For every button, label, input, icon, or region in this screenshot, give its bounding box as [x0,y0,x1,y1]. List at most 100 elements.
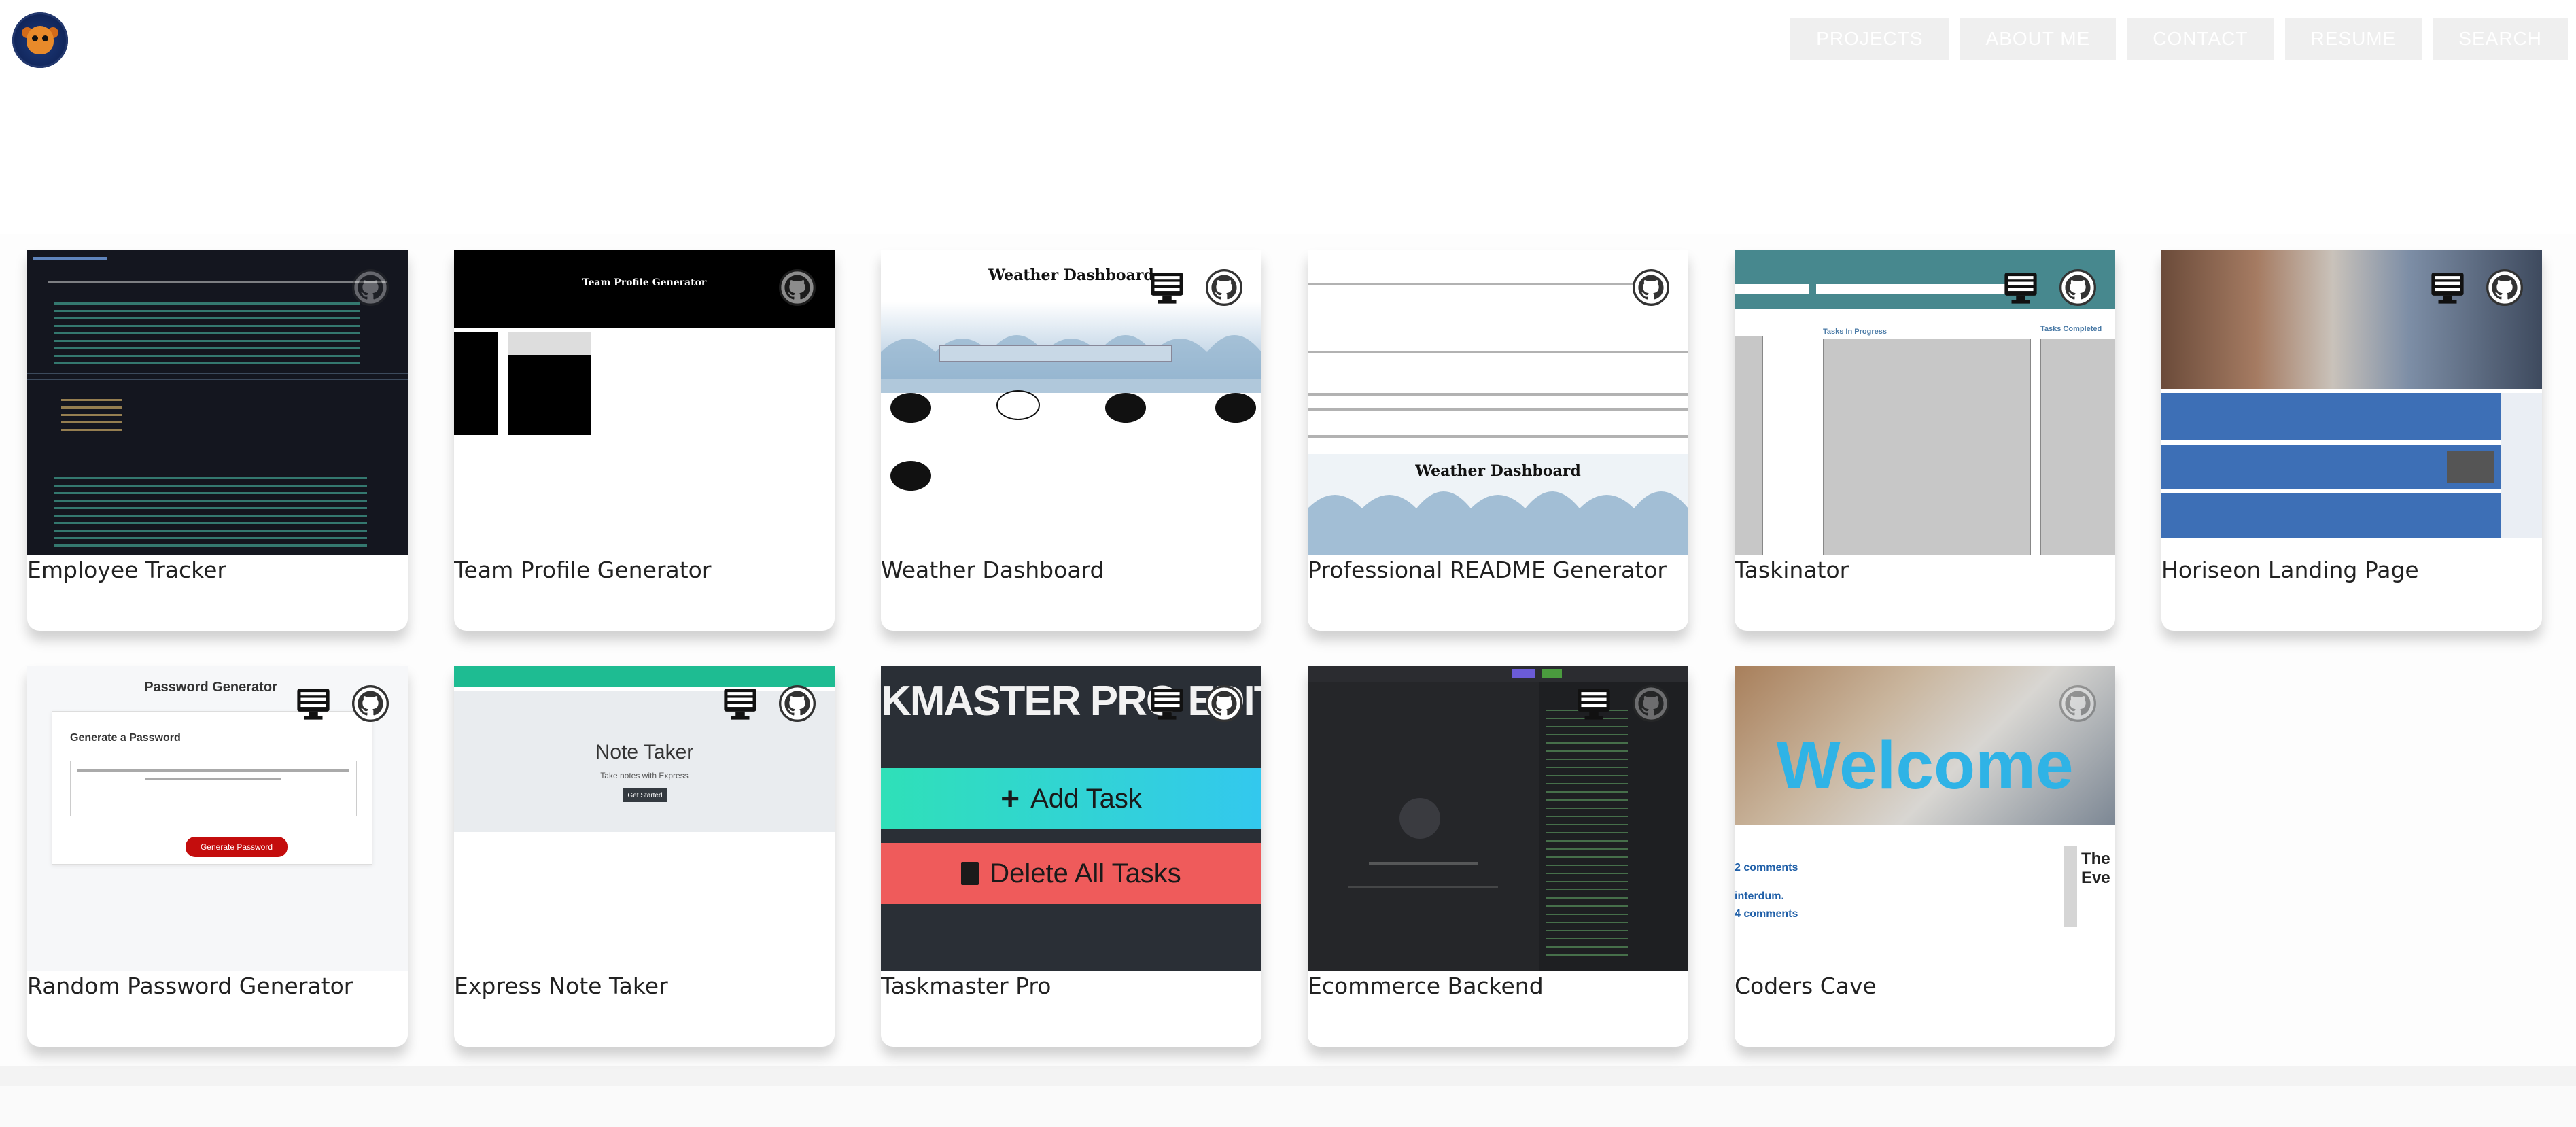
project-card-taskmaster-pro[interactable]: KMASTER PRO EDIT + Add Task Delete All T… [881,666,1261,1047]
card-icons [1149,685,1242,722]
project-title[interactable]: Express Note Taker [454,971,835,1002]
thumb-input [1816,284,2006,294]
project-card-note-taker[interactable]: Note Taker Take notes with Express Get S… [454,666,835,1047]
monitor-icon[interactable] [295,685,332,722]
project-card-password-generator[interactable]: Password Generator Generate a Password G… [27,666,408,1047]
project-title[interactable]: Horiseon Landing Page [2161,555,2542,586]
thumb-toolbar [1308,666,1688,682]
project-title[interactable]: Coders Cave [1735,971,2115,1002]
thumb-output-box [70,761,357,816]
storm-cloud-icon [1105,393,1146,423]
project-card-employee-tracker[interactable]: Employee Tracker [27,250,408,631]
github-icon[interactable] [1206,269,1242,306]
terminal-table [27,271,408,374]
trash-icon [961,862,979,885]
project-title[interactable]: Team Profile Generator [454,555,835,586]
github-icon[interactable] [2486,269,2523,306]
project-title[interactable]: Employee Tracker [27,555,408,586]
nav-about-button[interactable]: ABOUT ME [1960,18,2117,60]
thumbnail-horiseon[interactable] [2161,250,2542,555]
thumbnail-weather-dashboard[interactable]: Weather Dashboard [881,250,1261,555]
thumbnail-taskinator[interactable]: Tasks In Progress Tasks Completed [1735,250,2115,555]
monkey-logo-icon [27,26,54,54]
thumb-input [1735,284,1809,294]
card-icons [352,269,389,306]
nav-contact-button[interactable]: CONTACT [2127,18,2274,60]
thumb-start-button: Get Started [623,788,667,802]
thumb-title: Note Taker [595,741,694,763]
project-card-readme-generator[interactable]: Weather Dashboard Professional README Ge… [1308,250,1688,631]
card-icons [722,685,816,722]
github-icon[interactable] [2059,269,2096,306]
github-icon[interactable] [1206,685,1242,722]
thumbnail-coders-cave[interactable]: Welcome 2 comments interdum. 4 comments … [1735,666,2115,971]
card-icons [779,269,816,306]
logo-avatar[interactable] [12,12,68,68]
thumb-sidebar [2501,393,2542,538]
thumbnail-password-generator[interactable]: Password Generator Generate a Password G… [27,666,408,971]
monitor-icon[interactable] [1149,685,1185,722]
bug-icon [1399,798,1440,839]
project-title[interactable]: Taskinator [1735,555,2115,586]
monitor-icon[interactable] [2429,269,2466,306]
project-card-coders-cave[interactable]: Welcome 2 comments interdum. 4 comments … [1735,666,2115,1047]
nav-resume-button[interactable]: RESUME [2284,18,2422,60]
thumb-text-line [1308,435,1688,438]
thumb-text-line [1308,283,1648,285]
thumb-profile-card [454,332,498,435]
project-card-team-profile-generator[interactable]: Team Profile Generator Team Profile Gene… [454,250,835,631]
thumbnail-ecommerce-backend[interactable] [1308,666,1688,971]
thumb-forecast-strip [939,345,1172,362]
thumb-post-link: interdum. [1735,890,1784,902]
monitor-icon[interactable] [1576,685,1612,722]
project-card-weather-dashboard[interactable]: Weather Dashboard Weather Dashboard [881,250,1261,631]
project-card-horiseon[interactable]: Horiseon Landing Page [2161,250,2542,631]
thumbnail-readme-generator[interactable]: Weather Dashboard [1308,250,1688,555]
thumbnail-team-profile-generator[interactable]: Team Profile Generator [454,250,835,555]
card-icons [295,685,389,722]
github-icon[interactable] [352,685,389,722]
thumb-column [1735,336,1763,555]
thumb-column-label: Tasks Completed [2040,325,2102,333]
project-title[interactable]: Ecommerce Backend [1308,971,1688,1002]
monitor-icon[interactable] [722,685,759,722]
thumb-request-pane [1308,682,1539,971]
project-card-taskinator[interactable]: Tasks In Progress Tasks Completed Taskin… [1735,250,2115,631]
thumbnail-taskmaster-pro[interactable]: KMASTER PRO EDIT + Add Task Delete All T… [881,666,1261,971]
card-icons [1149,269,1242,306]
thumbnail-note-taker[interactable]: Note Taker Take notes with Express Get S… [454,666,835,971]
thumb-photo [2447,451,2494,483]
plus-icon: + [1000,780,1020,817]
thumb-side-title: The Eve [2081,850,2110,887]
terminal-line [33,257,107,260]
thumb-generator-card: Generate a Password Generate Password [52,711,372,865]
project-title[interactable]: Random Password Generator [27,971,408,1002]
nav-search-button[interactable]: SEARCH [2433,18,2568,60]
project-title[interactable]: Professional README Generator [1308,555,1688,586]
thumb-subtitle: Take notes with Express [600,771,689,780]
thumb-content-block [2161,493,2501,538]
nav-projects-button[interactable]: PROJECTS [1790,18,1949,60]
github-icon[interactable] [779,685,816,722]
github-icon[interactable] [352,269,389,306]
github-icon[interactable] [779,269,816,306]
monitor-icon[interactable] [1149,269,1185,306]
card-icons [2059,685,2096,722]
github-icon[interactable] [1633,685,1669,722]
site-header: PROJECTS ABOUT ME CONTACT RESUME SEARCH [0,0,2576,83]
github-icon[interactable] [2059,685,2096,722]
github-icon[interactable] [1633,269,1669,306]
thumb-comments-link: 2 comments [1735,862,1798,873]
thumb-column [1823,339,2031,555]
card-icons [1576,685,1669,722]
project-card-ecommerce-backend[interactable]: Ecommerce Backend [1308,666,1688,1047]
card-icons [2429,269,2523,306]
monitor-icon[interactable] [2002,269,2039,306]
project-title[interactable]: Weather Dashboard [881,555,1261,586]
thumb-title: Team Profile Generator [582,277,707,288]
thumb-column [2040,339,2115,555]
project-title[interactable]: Taskmaster Pro [881,971,1261,1002]
hero-banner [0,83,2576,234]
thumbnail-employee-tracker[interactable] [27,250,408,555]
thumb-response-pane [1539,682,1688,971]
